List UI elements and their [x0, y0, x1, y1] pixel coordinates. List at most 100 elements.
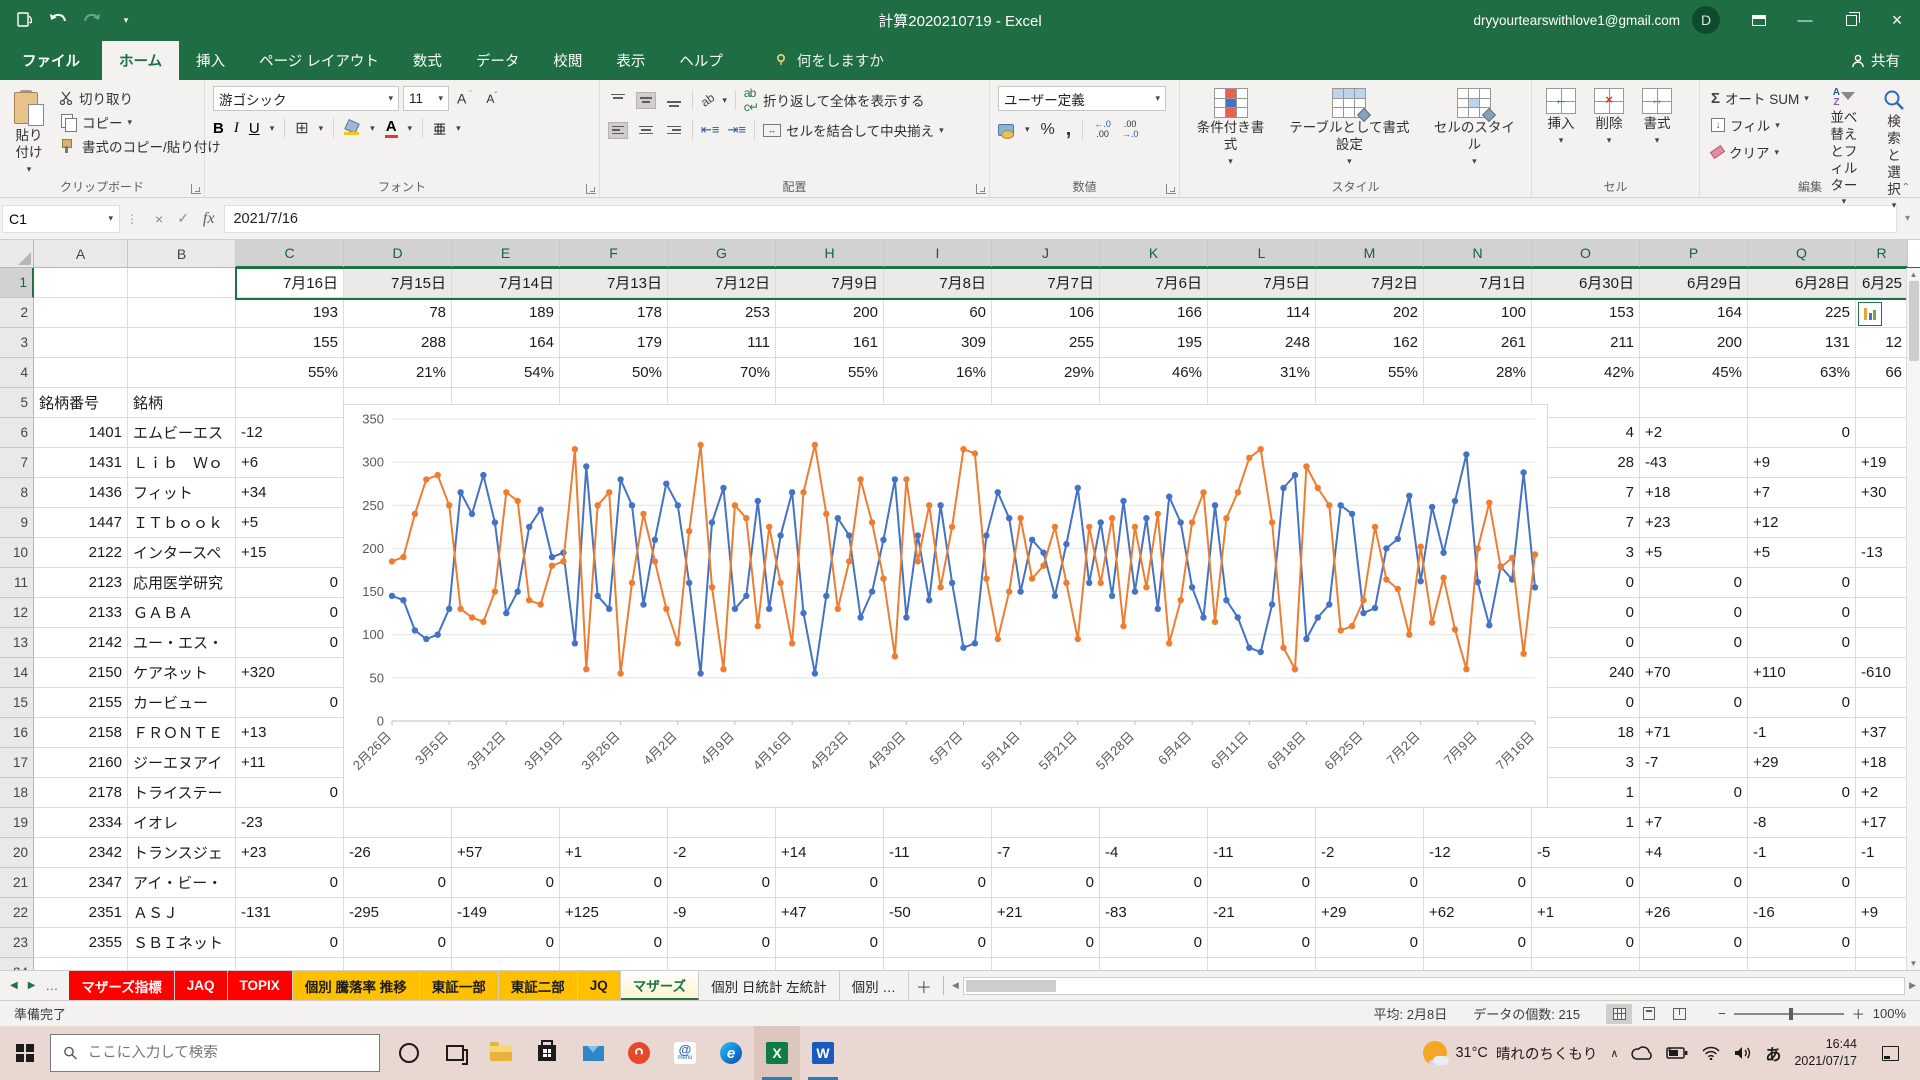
copy-button[interactable]: コピー▾	[56, 110, 224, 134]
cell-Q13[interactable]: 0	[1748, 628, 1856, 658]
cell-C21[interactable]: 0	[236, 868, 344, 898]
cell-R10[interactable]: -13	[1856, 538, 1908, 568]
cell-H22[interactable]: +47	[776, 898, 884, 928]
cell-R15[interactable]	[1856, 688, 1908, 718]
cell-H2[interactable]: 200	[776, 298, 884, 328]
cell-C7[interactable]: +6	[236, 448, 344, 478]
cell-G20[interactable]: -2	[668, 838, 776, 868]
horizontal-scrollbar[interactable]: ◀ ▶	[948, 971, 1920, 1000]
word-taskbar-button[interactable]: W	[800, 1026, 846, 1080]
alignment-dialog-launcher[interactable]	[976, 184, 986, 194]
cell-F22[interactable]: +125	[560, 898, 668, 928]
cell-I20[interactable]: -11	[884, 838, 992, 868]
cell-E1[interactable]: 7月14日	[452, 268, 560, 298]
cell-P8[interactable]: +18	[1640, 478, 1748, 508]
cell-B4[interactable]	[128, 358, 236, 388]
cell-B11[interactable]: 応用医学研究	[128, 568, 236, 598]
cell-C10[interactable]: +15	[236, 538, 344, 568]
cell-H3[interactable]: 161	[776, 328, 884, 358]
cell-C19[interactable]: -23	[236, 808, 344, 838]
cell-I21[interactable]: 0	[884, 868, 992, 898]
zoom-slider[interactable]	[1734, 1013, 1844, 1015]
cell-A16[interactable]: 2158	[34, 718, 128, 748]
cell-B3[interactable]	[128, 328, 236, 358]
quick-analysis-button[interactable]	[1858, 302, 1882, 326]
cell-K23[interactable]: 0	[1100, 928, 1208, 958]
cell-C6[interactable]: -12	[236, 418, 344, 448]
cell-E4[interactable]: 54%	[452, 358, 560, 388]
cell-K22[interactable]: -83	[1100, 898, 1208, 928]
cell-J19[interactable]	[992, 808, 1100, 838]
row-header-15[interactable]: 15	[0, 688, 34, 718]
column-header-J[interactable]: J	[992, 240, 1100, 268]
sheet-tab-10[interactable]: 個別 …	[840, 971, 909, 1000]
row-header-1[interactable]: 1	[0, 268, 34, 298]
cell-P1[interactable]: 6月29日	[1640, 268, 1748, 298]
cell-Q22[interactable]: -16	[1748, 898, 1856, 928]
cell-B23[interactable]: ＳＢＩネット	[128, 928, 236, 958]
wifi-icon[interactable]	[1701, 1046, 1721, 1060]
cell-N2[interactable]: 100	[1424, 298, 1532, 328]
cell-R21[interactable]	[1856, 868, 1908, 898]
cell-Q19[interactable]: -8	[1748, 808, 1856, 838]
cell-N3[interactable]: 261	[1424, 328, 1532, 358]
column-header-E[interactable]: E	[452, 240, 560, 268]
cell-E23[interactable]: 0	[452, 928, 560, 958]
cell-A21[interactable]: 2347	[34, 868, 128, 898]
cell-D1[interactable]: 7月15日	[344, 268, 452, 298]
cell-R4[interactable]: 66	[1856, 358, 1908, 388]
row-header-12[interactable]: 12	[0, 598, 34, 628]
customize-qat-icon[interactable]: ▾	[116, 10, 136, 30]
cell-P9[interactable]: +23	[1640, 508, 1748, 538]
cell-B2[interactable]	[128, 298, 236, 328]
sheet-tab-1[interactable]: マザーズ指標	[69, 971, 174, 1000]
column-header-N[interactable]: N	[1424, 240, 1532, 268]
cell-C17[interactable]: +11	[236, 748, 344, 778]
percent-style-button[interactable]: %	[1041, 121, 1055, 139]
cell-M20[interactable]: -2	[1316, 838, 1424, 868]
cell-C16[interactable]: +13	[236, 718, 344, 748]
tell-me-box[interactable]: 何をしますか	[764, 41, 894, 80]
cell-D24[interactable]	[344, 958, 452, 970]
font-color-icon[interactable]: A	[385, 118, 398, 138]
cell-C24[interactable]	[236, 958, 344, 970]
cell-R3[interactable]: 12	[1856, 328, 1908, 358]
cell-A13[interactable]: 2142	[34, 628, 128, 658]
cell-P10[interactable]: +5	[1640, 538, 1748, 568]
cell-B7[interactable]: Ｌｉｂ Ｗｏ	[128, 448, 236, 478]
cell-L4[interactable]: 31%	[1208, 358, 1316, 388]
taskbar-weather[interactable]: 31°C 晴れのちくもり	[1423, 1041, 1597, 1065]
decrease-font-icon[interactable]: Aˇ	[482, 90, 501, 107]
cell-C9[interactable]: +5	[236, 508, 344, 538]
cell-A20[interactable]: 2342	[34, 838, 128, 868]
cell-O4[interactable]: 42%	[1532, 358, 1640, 388]
cell-H21[interactable]: 0	[776, 868, 884, 898]
cell-R11[interactable]	[1856, 568, 1908, 598]
row-header-7[interactable]: 7	[0, 448, 34, 478]
autosum-button[interactable]: Σオート SUM▾	[1708, 86, 1812, 110]
cell-Q2[interactable]: 225	[1748, 298, 1856, 328]
cell-Q6[interactable]: 0	[1748, 418, 1856, 448]
taskbar-clock[interactable]: 16:44 2021/07/17	[1794, 1036, 1857, 1070]
sheet-tab-9[interactable]: 個別 日統計 左統計	[699, 971, 840, 1000]
cell-P17[interactable]: -7	[1640, 748, 1748, 778]
sheet-tab-5[interactable]: 東証一部	[420, 971, 499, 1000]
onedrive-icon[interactable]	[1631, 1046, 1653, 1060]
cell-P15[interactable]: 0	[1640, 688, 1748, 718]
cell-B21[interactable]: アイ・ビー・	[128, 868, 236, 898]
cell-C20[interactable]: +23	[236, 838, 344, 868]
align-right-icon[interactable]	[664, 122, 684, 139]
cell-B16[interactable]: ＦＲＯＮＴＥ	[128, 718, 236, 748]
merge-center-button[interactable]: ↔ セルを結合して中央揃え▾	[763, 120, 944, 140]
row-header-18[interactable]: 18	[0, 778, 34, 808]
cell-Q23[interactable]: 0	[1748, 928, 1856, 958]
column-header-H[interactable]: H	[776, 240, 884, 268]
row-header-6[interactable]: 6	[0, 418, 34, 448]
cell-F24[interactable]	[560, 958, 668, 970]
cell-O19[interactable]: 1	[1532, 808, 1640, 838]
cell-R1[interactable]: 6月25	[1856, 268, 1908, 298]
minimize-button[interactable]: —	[1782, 0, 1828, 40]
cell-B6[interactable]: エムビーエス	[128, 418, 236, 448]
cell-Q14[interactable]: +110	[1748, 658, 1856, 688]
column-header-R[interactable]: R	[1856, 240, 1908, 268]
